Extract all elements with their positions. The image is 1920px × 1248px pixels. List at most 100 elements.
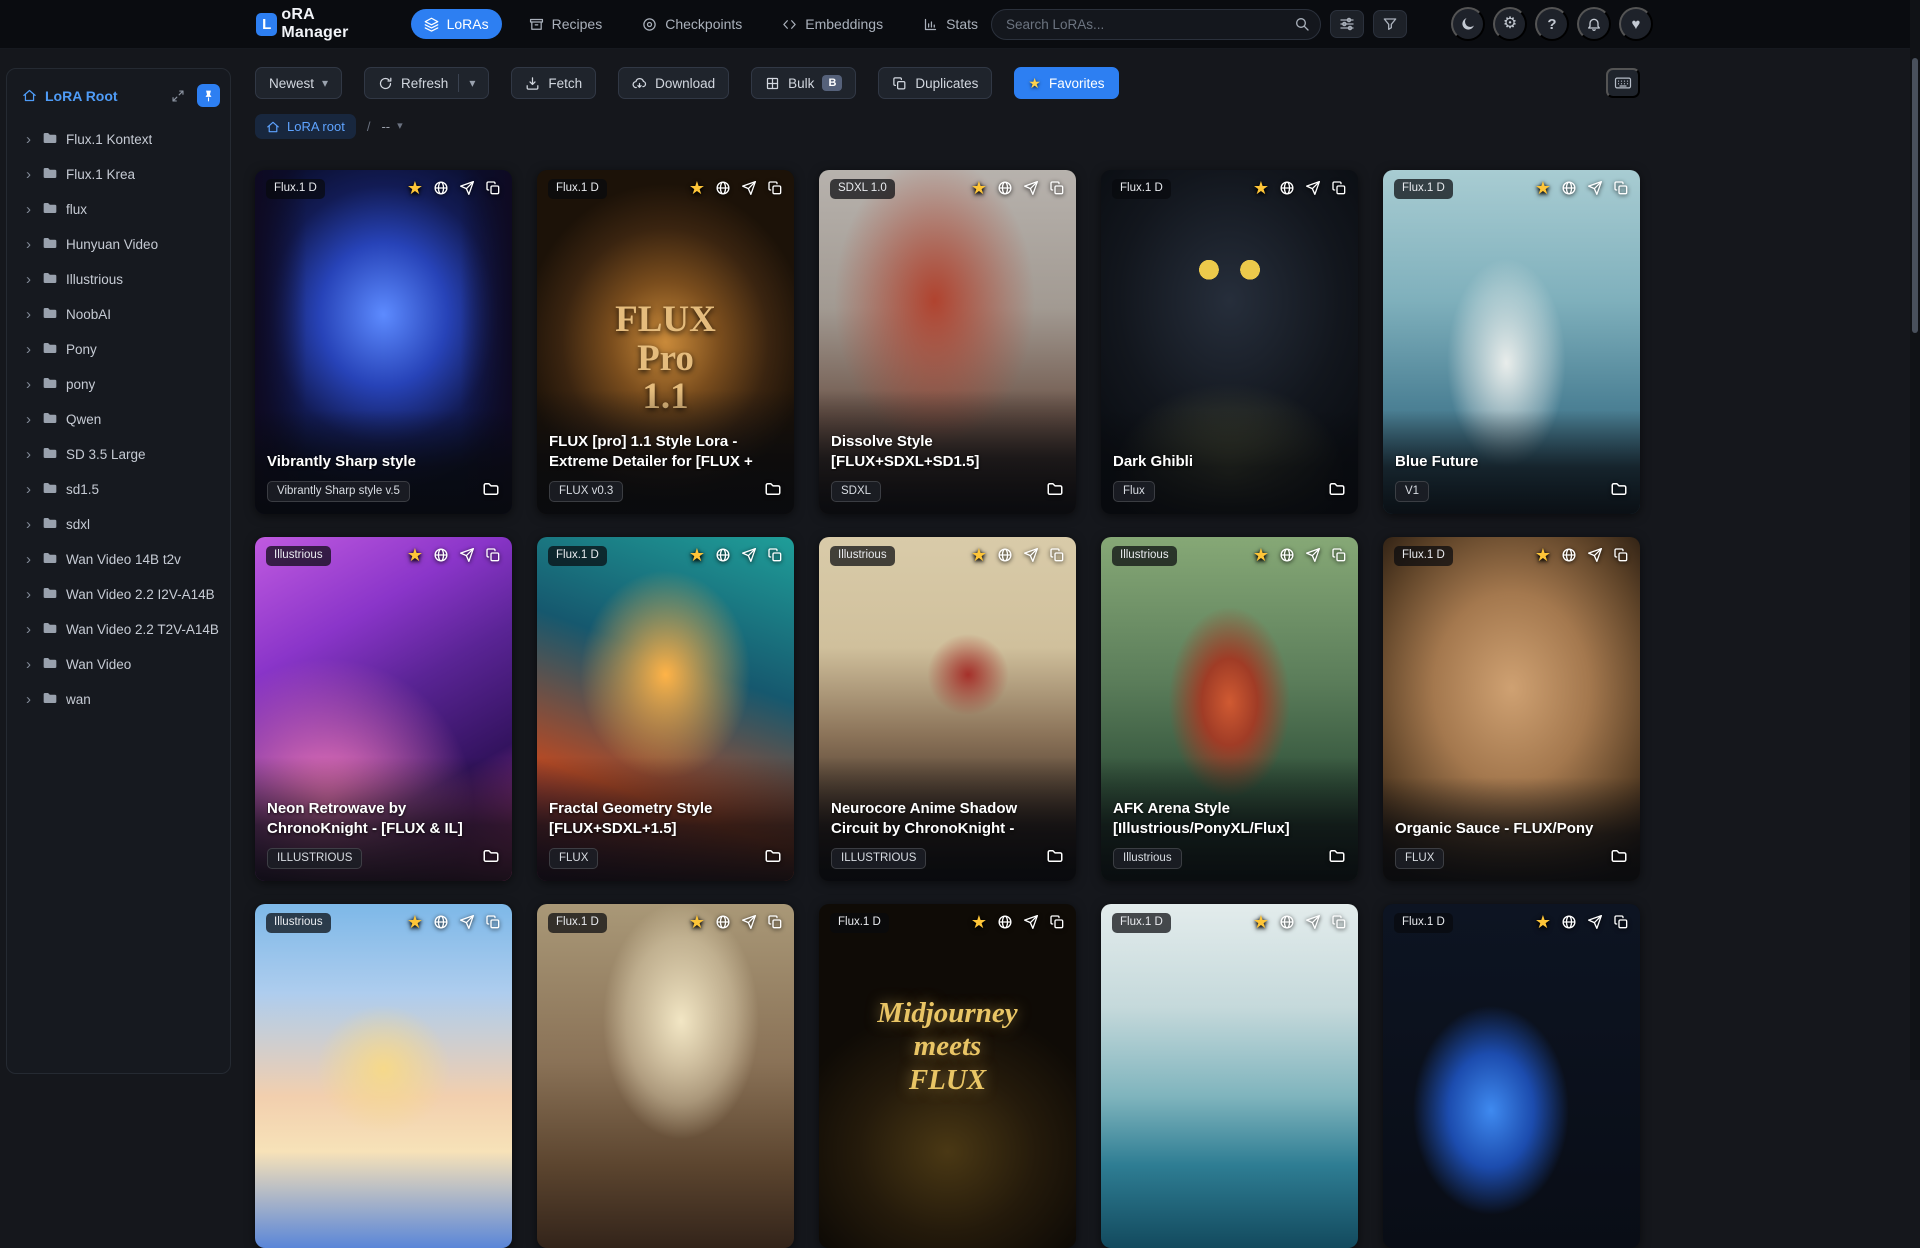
lora-card[interactable]: Flux.1 D ★ Fractal Geometry Style [FLUX+… — [537, 537, 794, 881]
open-folder-button[interactable] — [482, 847, 500, 870]
send-icon[interactable] — [459, 547, 475, 563]
folder-item[interactable]: ›Wan Video 2.2 I2V-A14B — [7, 577, 230, 612]
favorite-star-icon[interactable]: ★ — [971, 546, 987, 564]
lora-card[interactable]: Illustrious ★ Neurocore Anime Shadow Cir… — [819, 537, 1076, 881]
chevron-right-icon[interactable]: › — [26, 377, 34, 392]
sidebar-root-item[interactable]: LoRA Root — [45, 88, 163, 104]
open-folder-button[interactable] — [1046, 847, 1064, 870]
chevron-right-icon[interactable]: › — [26, 552, 34, 567]
copy-icon[interactable] — [1049, 180, 1065, 196]
chevron-right-icon[interactable]: › — [26, 692, 34, 707]
nav-tab-stats[interactable]: Stats — [910, 9, 991, 39]
lora-card[interactable]: Flux.1 D ★ Organic Sauce - FLUX/Pony FLU… — [1383, 537, 1640, 881]
lora-card[interactable]: SDXL 1.0 ★ Dissolve Style [FLUX+SDXL+SD1… — [819, 170, 1076, 514]
theme-toggle-button[interactable] — [1451, 7, 1485, 41]
send-icon[interactable] — [1587, 180, 1603, 196]
chevron-right-icon[interactable]: › — [26, 587, 34, 602]
caret-down-icon[interactable]: ▾ — [469, 77, 475, 89]
send-icon[interactable] — [1023, 180, 1039, 196]
lora-card[interactable]: Flux.1 D ★ — [1383, 904, 1640, 1248]
chevron-right-icon[interactable]: › — [26, 307, 34, 322]
globe-icon[interactable] — [715, 914, 731, 930]
lora-card[interactable]: FLUX Pro 1.1 Flux.1 D ★ FLUX [pro] 1.1 S… — [537, 170, 794, 514]
copy-icon[interactable] — [1049, 547, 1065, 563]
send-icon[interactable] — [1305, 547, 1321, 563]
copy-icon[interactable] — [1613, 547, 1629, 563]
chevron-right-icon[interactable]: › — [26, 167, 34, 182]
folder-item[interactable]: ›flux — [7, 192, 230, 227]
favorite-star-icon[interactable]: ★ — [1535, 546, 1551, 564]
send-icon[interactable] — [741, 547, 757, 563]
copy-icon[interactable] — [1331, 180, 1347, 196]
lora-card[interactable]: Illustrious ★ — [255, 904, 512, 1248]
bulk-button[interactable]: Bulk B — [751, 67, 856, 99]
app-logo[interactable]: L oRA Manager — [256, 6, 379, 42]
folder-item[interactable]: ›wan — [7, 682, 230, 717]
support-button[interactable]: ♥ — [1619, 7, 1653, 41]
globe-icon[interactable] — [1561, 547, 1577, 563]
globe-icon[interactable] — [1279, 547, 1295, 563]
lora-card[interactable]: Illustrious ★ Neon Retrowave by ChronoKn… — [255, 537, 512, 881]
chevron-right-icon[interactable]: › — [26, 237, 34, 252]
filter-button[interactable] — [1373, 10, 1407, 38]
globe-icon[interactable] — [997, 914, 1013, 930]
favorite-star-icon[interactable]: ★ — [689, 179, 705, 197]
chevron-right-icon[interactable]: › — [26, 202, 34, 217]
send-icon[interactable] — [1023, 914, 1039, 930]
chevron-right-icon[interactable]: › — [26, 447, 34, 462]
copy-icon[interactable] — [1613, 914, 1629, 930]
send-icon[interactable] — [741, 914, 757, 930]
favorite-star-icon[interactable]: ★ — [407, 179, 423, 197]
chevron-right-icon[interactable]: › — [26, 517, 34, 532]
folder-item[interactable]: ›sdxl — [7, 507, 230, 542]
lora-card[interactable]: Midjourney meets FLUX Flux.1 D ★ — [819, 904, 1076, 1248]
favorite-star-icon[interactable]: ★ — [689, 913, 705, 931]
globe-icon[interactable] — [715, 180, 731, 196]
copy-icon[interactable] — [767, 180, 783, 196]
globe-icon[interactable] — [1561, 180, 1577, 196]
open-folder-button[interactable] — [764, 480, 782, 503]
folder-item[interactable]: ›Flux.1 Kontext — [7, 122, 230, 157]
folder-item[interactable]: ›Wan Video 2.2 T2V-A14B — [7, 612, 230, 647]
copy-icon[interactable] — [767, 547, 783, 563]
copy-icon[interactable] — [1331, 914, 1347, 930]
favorite-star-icon[interactable]: ★ — [971, 179, 987, 197]
copy-icon[interactable] — [485, 547, 501, 563]
breadcrumb-root[interactable]: LoRA root — [255, 114, 356, 139]
folder-item[interactable]: ›Pony — [7, 332, 230, 367]
favorite-star-icon[interactable]: ★ — [971, 913, 987, 931]
folder-item[interactable]: ›NoobAI — [7, 297, 230, 332]
favorite-star-icon[interactable]: ★ — [407, 913, 423, 931]
lora-card[interactable]: Illustrious ★ AFK Arena Style [Illustrio… — [1101, 537, 1358, 881]
fetch-button[interactable]: Fetch — [511, 67, 596, 99]
copy-icon[interactable] — [767, 914, 783, 930]
chevron-right-icon[interactable]: › — [26, 272, 34, 287]
favorite-star-icon[interactable]: ★ — [1253, 179, 1269, 197]
folder-item[interactable]: ›Hunyuan Video — [7, 227, 230, 262]
send-icon[interactable] — [1023, 547, 1039, 563]
globe-icon[interactable] — [433, 547, 449, 563]
chevron-right-icon[interactable]: › — [26, 482, 34, 497]
folder-item[interactable]: ›sd1.5 — [7, 472, 230, 507]
search-input[interactable] — [991, 9, 1321, 40]
lora-card[interactable]: Flux.1 D ★ Vibrantly Sharp style Vibrant… — [255, 170, 512, 514]
copy-icon[interactable] — [485, 180, 501, 196]
scrollbar-thumb[interactable] — [1912, 58, 1918, 333]
open-folder-button[interactable] — [1046, 480, 1064, 503]
favorite-star-icon[interactable]: ★ — [689, 546, 705, 564]
favorite-star-icon[interactable]: ★ — [1253, 546, 1269, 564]
pin-sidebar-button[interactable] — [197, 84, 220, 107]
send-icon[interactable] — [1587, 547, 1603, 563]
copy-icon[interactable] — [1613, 180, 1629, 196]
expand-all-button[interactable] — [171, 89, 185, 103]
chevron-right-icon[interactable]: › — [26, 342, 34, 357]
lora-card[interactable]: Flux.1 D ★ Dark Ghibli Flux — [1101, 170, 1358, 514]
favorite-star-icon[interactable]: ★ — [1535, 179, 1551, 197]
open-folder-button[interactable] — [1610, 847, 1628, 870]
notifications-button[interactable] — [1577, 7, 1611, 41]
folder-item[interactable]: ›Wan Video — [7, 647, 230, 682]
send-icon[interactable] — [1305, 914, 1321, 930]
chevron-right-icon[interactable]: › — [26, 412, 34, 427]
refresh-button[interactable]: Refresh ▾ — [364, 67, 489, 99]
help-button[interactable]: ? — [1535, 7, 1569, 41]
